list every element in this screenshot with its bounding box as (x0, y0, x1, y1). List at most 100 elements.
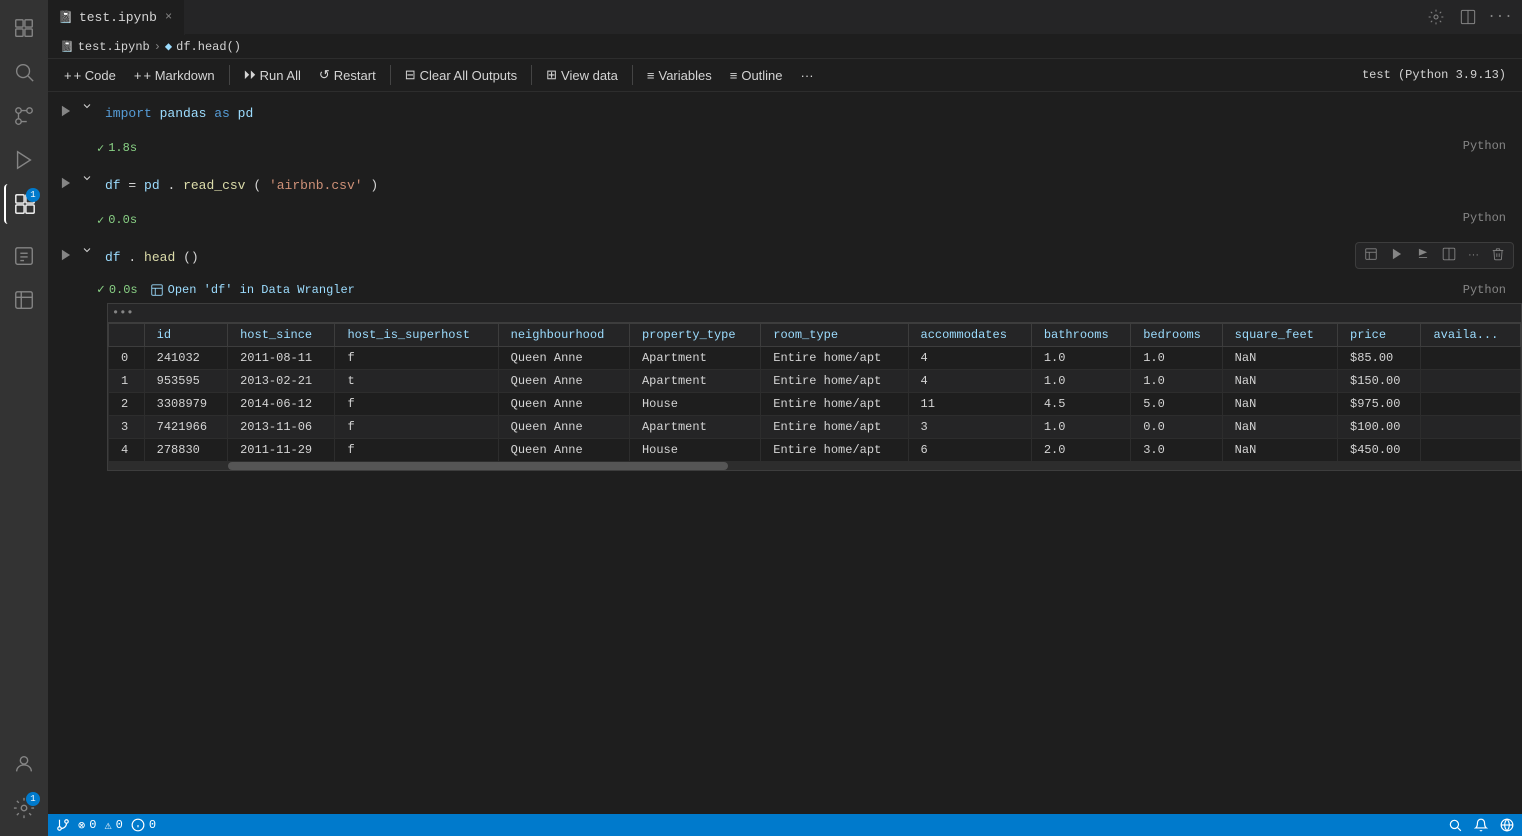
cell-1-time: 1.8s (108, 141, 137, 155)
cell-2-5: House (629, 393, 760, 416)
cell-2-status: ✓ 0.0s (97, 211, 137, 228)
cell-0-2: 2011-08-11 (228, 347, 335, 370)
cell-3-run-button[interactable] (51, 244, 81, 262)
sidebar-item-notebook[interactable] (4, 236, 44, 276)
cell-2-expand[interactable] (81, 172, 97, 188)
clear-all-outputs-button[interactable]: ⊟ Clear All Outputs (397, 63, 525, 87)
sidebar-item-explorer[interactable] (4, 8, 44, 48)
fn-read-csv: read_csv (183, 178, 245, 193)
cell-3-time: 0.0s (109, 283, 138, 297)
plus-icon: + (64, 68, 72, 83)
dot: . (167, 178, 175, 193)
cell-1-run-button[interactable] (51, 100, 81, 118)
sidebar-item-search[interactable] (4, 52, 44, 92)
outline-label: Outline (741, 68, 782, 83)
status-info[interactable]: 0 (131, 818, 156, 832)
run-all-button[interactable]: ⏵⏵ Run All (236, 64, 309, 87)
cell-3-run-btn[interactable] (1386, 245, 1408, 266)
kernel-label[interactable]: test (Python 3.9.13) (1354, 64, 1514, 86)
cell-0-1: 241032 (144, 347, 227, 370)
outline-button[interactable]: ≡ Outline (722, 64, 791, 87)
sidebar-item-extensions[interactable]: 1 (4, 184, 44, 224)
data-wrangler-link[interactable]: Open 'df' in Data Wrangler (150, 283, 355, 297)
cell-2-12 (1421, 393, 1521, 416)
tab-close-button[interactable]: × (163, 8, 174, 26)
cell-4-6: Entire home/apt (761, 439, 908, 462)
sidebar-item-account[interactable] (4, 744, 44, 784)
table-columns-toggle[interactable]: ••• (112, 306, 134, 320)
cell-3-delete-btn[interactable] (1487, 245, 1509, 266)
cell-3-expand[interactable] (81, 244, 97, 260)
table-row: 233089792014-06-12fQueen AnneHouseEntire… (109, 393, 1521, 416)
view-data-button[interactable]: ⊞ View data (538, 63, 626, 87)
cell-1: import pandas as pd ✓ 1.8s Python (48, 92, 1522, 164)
sidebar-item-testing[interactable] (4, 280, 44, 320)
cell-2-body: df = pd . read_csv ( 'airbnb.csv' ) (51, 164, 1522, 209)
table-row: 42788302011-11-29fQueen AnneHouseEntire … (109, 439, 1521, 462)
status-zoom[interactable] (1448, 818, 1462, 832)
cell-1-12 (1421, 370, 1521, 393)
cell-1-code[interactable]: import pandas as pd (97, 100, 1522, 129)
error-icon: ⊗ (78, 818, 85, 833)
settings-badge: 1 (26, 792, 40, 806)
restart-button[interactable]: ↺ Restart (311, 63, 384, 87)
cell-3-table-icon[interactable] (1360, 245, 1382, 266)
cell-1-check-icon: ✓ (97, 141, 104, 156)
status-network[interactable] (1500, 818, 1514, 832)
sidebar-item-run-debug[interactable] (4, 140, 44, 180)
cell-3-3: f (335, 416, 498, 439)
cell-2-time: 0.0s (108, 213, 137, 227)
status-notifications[interactable] (1474, 818, 1488, 832)
horizontal-scrollbar[interactable] (108, 462, 1521, 470)
status-errors[interactable]: ⊗ 0 (78, 818, 96, 833)
table-row: 19535952013-02-21tQueen AnneApartmentEnt… (109, 370, 1521, 393)
info-icon (131, 818, 145, 832)
breadcrumb-symbol[interactable]: df.head() (176, 40, 241, 54)
cell-3-code[interactable]: df . head () (97, 244, 1522, 273)
run-all-icon: ⏵⏵ (244, 68, 256, 83)
cell-0-10: NaN (1222, 347, 1337, 370)
status-branch[interactable] (56, 818, 70, 832)
cell-3-split-btn[interactable] (1438, 245, 1460, 266)
more-actions-icon[interactable]: ··· (1486, 3, 1514, 31)
table-header-row: ••• (108, 304, 1521, 323)
col-bedrooms: bedrooms (1131, 324, 1222, 347)
cell-3-output-line: ✓ 0.0s Open 'df' in Data Wrangler Python (51, 280, 1522, 303)
cell-3-9: 0.0 (1131, 416, 1222, 439)
cell-3-check-icon: ✓ (97, 282, 105, 297)
breadcrumb-icon: ◆ (165, 39, 172, 54)
col-bathrooms: bathrooms (1031, 324, 1130, 347)
cell-4-8: 2.0 (1031, 439, 1130, 462)
sidebar-item-settings[interactable]: 1 (4, 788, 44, 828)
cell-4-11: $450.00 (1338, 439, 1421, 462)
tab-test-ipynb[interactable]: 📓 test.ipynb × (48, 0, 185, 35)
restart-label: Restart (334, 68, 376, 83)
more-options-button[interactable]: ··· (793, 64, 822, 87)
error-count: 0 (89, 818, 96, 832)
restart-icon: ↺ (319, 67, 330, 83)
data-table-container: ••• id host_since host_is_superhost neig… (107, 303, 1522, 471)
view-data-label: View data (561, 68, 618, 83)
notebook-toolbar: + + Code + + Markdown ⏵⏵ Run All ↺ Resta… (48, 59, 1522, 92)
variables-button[interactable]: ≡ Variables (639, 64, 720, 87)
split-editor-icon[interactable] (1454, 3, 1482, 31)
breadcrumb-file[interactable]: test.ipynb (78, 40, 150, 54)
col-room-type: room_type (761, 324, 908, 347)
cell-0-4: Queen Anne (498, 347, 629, 370)
sidebar-item-source-control[interactable] (4, 96, 44, 136)
cell-2-run-button[interactable] (51, 172, 81, 190)
settings-icon[interactable] (1422, 3, 1450, 31)
cell-0-6: Entire home/apt (761, 347, 908, 370)
cell-3-run-below-btn[interactable] (1412, 245, 1434, 266)
scrollbar-thumb[interactable] (228, 462, 728, 470)
zoom-icon (1448, 818, 1462, 832)
cell-1-expand[interactable] (81, 100, 97, 116)
cell-3-more-btn[interactable]: ··· (1464, 247, 1483, 263)
cell-1-1: 953595 (144, 370, 227, 393)
cell-2-code[interactable]: df = pd . read_csv ( 'airbnb.csv' ) (97, 172, 1522, 201)
status-warnings[interactable]: ⚠ 0 (104, 818, 122, 833)
cell-2-7: 11 (908, 393, 1031, 416)
add-code-button[interactable]: + + Code (56, 64, 124, 87)
cell-3-0: 3 (109, 416, 145, 439)
add-markdown-button[interactable]: + + Markdown (126, 64, 223, 87)
